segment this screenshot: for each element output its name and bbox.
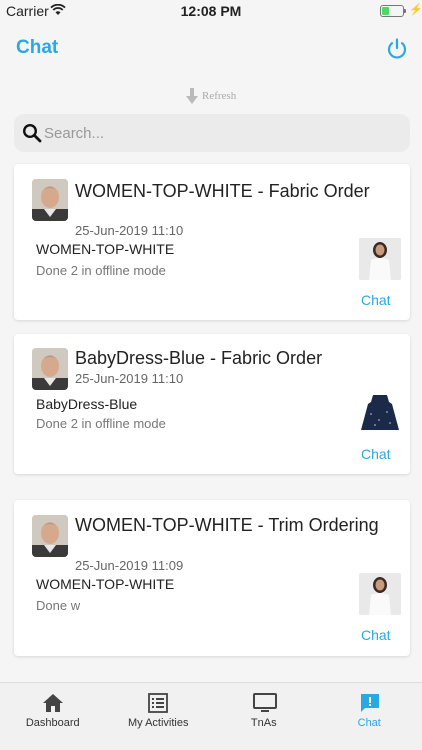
chat-item-name: WOMEN-TOP-WHITE [36, 241, 175, 257]
product-thumbnail [359, 392, 401, 434]
tab-chat[interactable]: Chat [317, 683, 422, 750]
charging-icon: ⚡ [409, 4, 422, 16]
refresh-label: Refresh [202, 90, 237, 102]
tab-dashboard[interactable]: Dashboard [0, 683, 106, 750]
chat-card[interactable]: WOMEN-TOP-WHITE - Fabric Order 25-Jun-20… [14, 164, 410, 320]
monitor-icon [253, 693, 277, 712]
avatar [32, 348, 68, 390]
list-icon [147, 693, 168, 713]
tab-label: My Activities [127, 717, 189, 729]
chat-alert-icon [360, 694, 379, 712]
home-icon [43, 694, 63, 712]
chat-last-message: Done 2 in offline mode [36, 416, 166, 431]
chat-last-message: Done w [36, 598, 81, 613]
product-thumbnail [359, 238, 401, 280]
chat-title: BabyDress-Blue - Fabric Order [75, 348, 323, 368]
chat-button[interactable]: Chat [361, 446, 391, 462]
chat-card[interactable]: BabyDress-Blue - Fabric Order 25-Jun-201… [14, 334, 410, 474]
tab-label: Chat [357, 717, 381, 729]
chat-item-name: BabyDress-Blue [36, 396, 138, 412]
battery-icon [380, 5, 406, 17]
pull-to-refresh[interactable]: Refresh [186, 88, 236, 104]
chat-card[interactable]: WOMEN-TOP-WHITE - Trim Ordering 25-Jun-2… [14, 500, 410, 656]
chat-last-message: Done 2 in offline mode [36, 263, 166, 278]
avatar [32, 179, 68, 221]
search-bar[interactable] [14, 114, 410, 152]
chat-button[interactable]: Chat [361, 292, 391, 308]
clock: 12:08 PM [180, 3, 242, 19]
chat-date: 25-Jun-2019 11:10 [75, 371, 184, 386]
chat-title: WOMEN-TOP-WHITE - Fabric Order [75, 181, 370, 201]
chat-date: 25-Jun-2019 11:10 [75, 223, 184, 238]
product-thumbnail [359, 573, 401, 615]
power-icon[interactable] [385, 37, 409, 61]
search-icon [22, 123, 42, 143]
search-input[interactable] [44, 114, 394, 152]
tab-label: TnAs [250, 717, 277, 729]
tab-bar: Dashboard My Activities TnAs Chat [0, 682, 422, 750]
status-bar: Carrier 12:08 PM ⚡ [0, 0, 422, 22]
chat-date: 25-Jun-2019 11:09 [75, 558, 184, 573]
chat-title: WOMEN-TOP-WHITE - Trim Ordering [75, 515, 379, 535]
chat-item-name: WOMEN-TOP-WHITE [36, 576, 175, 592]
page-title: Chat [16, 37, 59, 58]
chat-button[interactable]: Chat [361, 627, 391, 643]
tab-label: Dashboard [25, 717, 80, 729]
tab-tnas[interactable]: TnAs [211, 683, 317, 750]
avatar [32, 515, 68, 557]
arrow-down-icon [186, 88, 198, 104]
tab-my-activities[interactable]: My Activities [106, 683, 212, 750]
